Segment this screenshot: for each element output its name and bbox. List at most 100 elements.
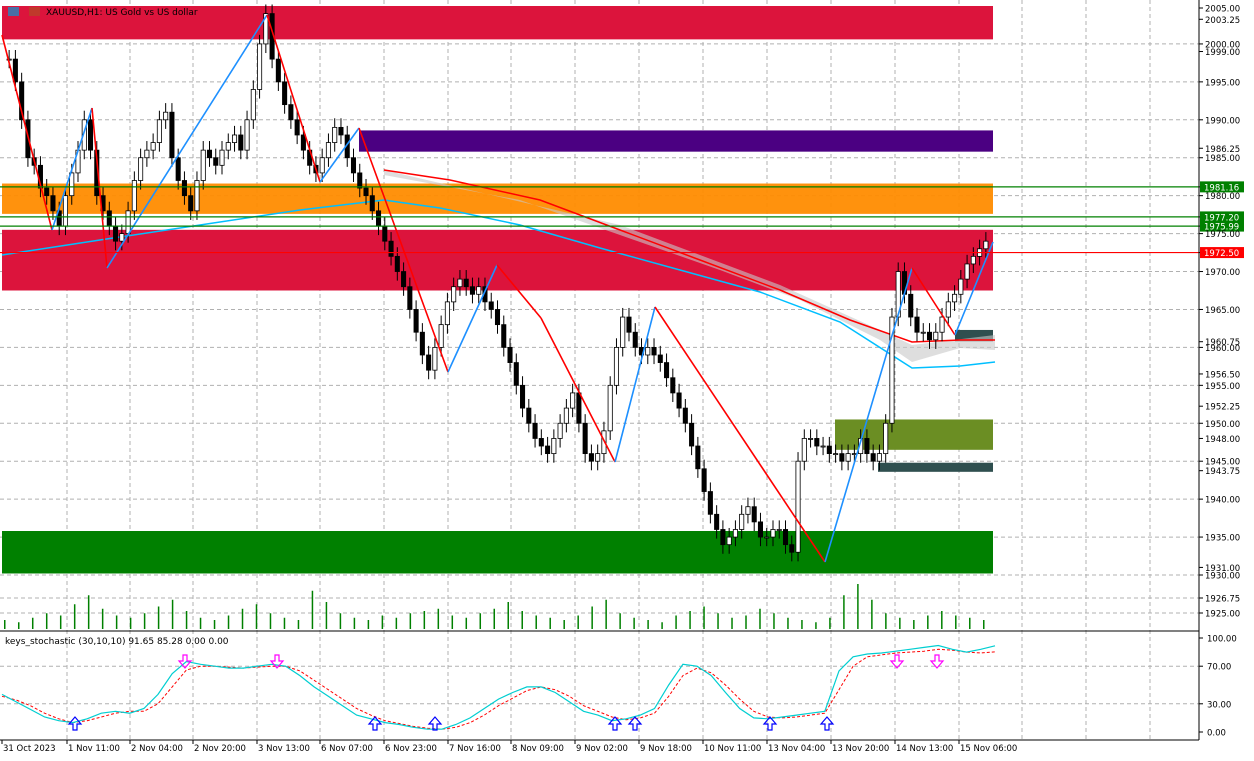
candle-body xyxy=(119,233,125,242)
candle-body xyxy=(908,293,914,318)
symbol-icon xyxy=(29,7,40,16)
price-label: 1975.00 xyxy=(1205,230,1240,240)
candle-body xyxy=(125,210,131,234)
price-label: 1930.00 xyxy=(1205,572,1240,582)
price-label: 1965.00 xyxy=(1205,306,1240,316)
candle-body xyxy=(845,453,851,462)
candle-body xyxy=(520,384,526,409)
price-label: 1952.25 xyxy=(1205,403,1240,413)
candle-body xyxy=(964,263,970,280)
candle-body xyxy=(476,286,482,295)
candle-body xyxy=(232,134,238,143)
candle-body xyxy=(507,346,513,363)
candle-body xyxy=(150,142,156,151)
volume-bar xyxy=(199,617,202,629)
price-label: 2003.25 xyxy=(1205,16,1240,26)
volume-bar xyxy=(241,608,244,629)
time-label: 14 Nov 13:00 xyxy=(896,744,953,754)
candle-body xyxy=(563,407,569,424)
candle-body xyxy=(376,210,382,227)
volume-bar xyxy=(4,620,6,629)
volume-bar xyxy=(451,615,454,629)
candle-body xyxy=(138,157,144,181)
candle-body xyxy=(538,438,544,447)
candle-body xyxy=(770,529,776,538)
time-label: 6 Nov 07:00 xyxy=(321,744,373,754)
volume-bar xyxy=(507,602,509,629)
candle-body xyxy=(851,453,857,456)
candle-body xyxy=(782,529,789,546)
candle-body xyxy=(864,438,870,455)
candle-body xyxy=(839,453,845,462)
candle-body xyxy=(670,377,676,394)
price-label: 1960.00 xyxy=(1205,344,1240,354)
zone-supply-purple xyxy=(359,130,993,152)
candle-body xyxy=(576,392,582,424)
candle-body xyxy=(657,354,663,363)
price-label: 1999.00 xyxy=(1205,48,1240,58)
candle-body xyxy=(438,324,444,348)
time-label: 31 Oct 2023 xyxy=(3,744,56,754)
indicator-label: keys_stochastic (30,10,10) 91.65 85.28 0… xyxy=(5,637,229,647)
volume-bar xyxy=(871,599,873,629)
candle-body xyxy=(808,438,814,440)
candle-body xyxy=(795,460,801,553)
price-label: 1943.75 xyxy=(1205,467,1240,477)
candle-body xyxy=(682,407,688,424)
candle-body xyxy=(169,111,175,159)
candle-body xyxy=(388,240,394,257)
volume-bar xyxy=(101,608,104,629)
volume-bar xyxy=(521,611,523,629)
volume-bar xyxy=(885,613,887,629)
volume-bar xyxy=(297,620,300,629)
volume-bar xyxy=(227,615,230,629)
volume-bar xyxy=(787,617,789,629)
candle-body xyxy=(451,286,457,303)
candle-body xyxy=(689,422,695,447)
volume-bar xyxy=(31,617,34,629)
volume-bar xyxy=(311,590,314,629)
volume-bar xyxy=(605,599,607,629)
candle-body xyxy=(338,126,344,136)
candle-body xyxy=(225,142,231,151)
volume-bar xyxy=(423,611,426,629)
time-label: 15 Nov 06:00 xyxy=(960,744,1017,754)
chart-title: XAUUSD,H1: US Gold vs US dollar xyxy=(46,8,198,18)
price-label: 1995.00 xyxy=(1205,78,1240,88)
volume-bar xyxy=(773,613,775,629)
price-label: 1955.00 xyxy=(1205,382,1240,392)
volume-bar xyxy=(815,622,817,629)
volume-bar xyxy=(325,602,328,629)
volume-bar xyxy=(745,615,747,629)
candle-body xyxy=(789,544,795,553)
stoch-level-label: 70.00 xyxy=(1207,663,1231,673)
volume-bar xyxy=(899,617,901,629)
candle-body xyxy=(707,491,713,515)
time-axis: 31 Oct 2023 1 Nov 11:00 2 Nov 04:00 2 Nov 2… xyxy=(1,740,1017,754)
candle-body xyxy=(776,529,782,531)
candle-body xyxy=(382,225,388,242)
candle-body xyxy=(394,255,400,272)
candle-body xyxy=(257,43,263,90)
price-label: 1990.00 xyxy=(1205,116,1240,126)
candle-body xyxy=(275,58,281,83)
candle-body xyxy=(820,445,826,448)
candle-body xyxy=(194,180,200,212)
candle-body xyxy=(876,453,882,462)
candle-body xyxy=(332,126,338,143)
candle-body xyxy=(244,119,250,151)
candle-body xyxy=(620,316,626,348)
candle-body xyxy=(745,506,751,515)
arrow-up-icon xyxy=(607,716,623,731)
volume-bar xyxy=(353,617,356,629)
volume-bar xyxy=(59,615,62,629)
volume-bar xyxy=(381,615,384,629)
candle-body xyxy=(870,453,876,462)
candle-body xyxy=(350,157,357,174)
candle-body xyxy=(250,89,256,121)
candle-body xyxy=(501,324,507,348)
volume-bar xyxy=(703,606,705,629)
volume-bar xyxy=(409,613,412,629)
candle-body xyxy=(200,149,206,181)
price-label: 1956.50 xyxy=(1205,370,1240,380)
